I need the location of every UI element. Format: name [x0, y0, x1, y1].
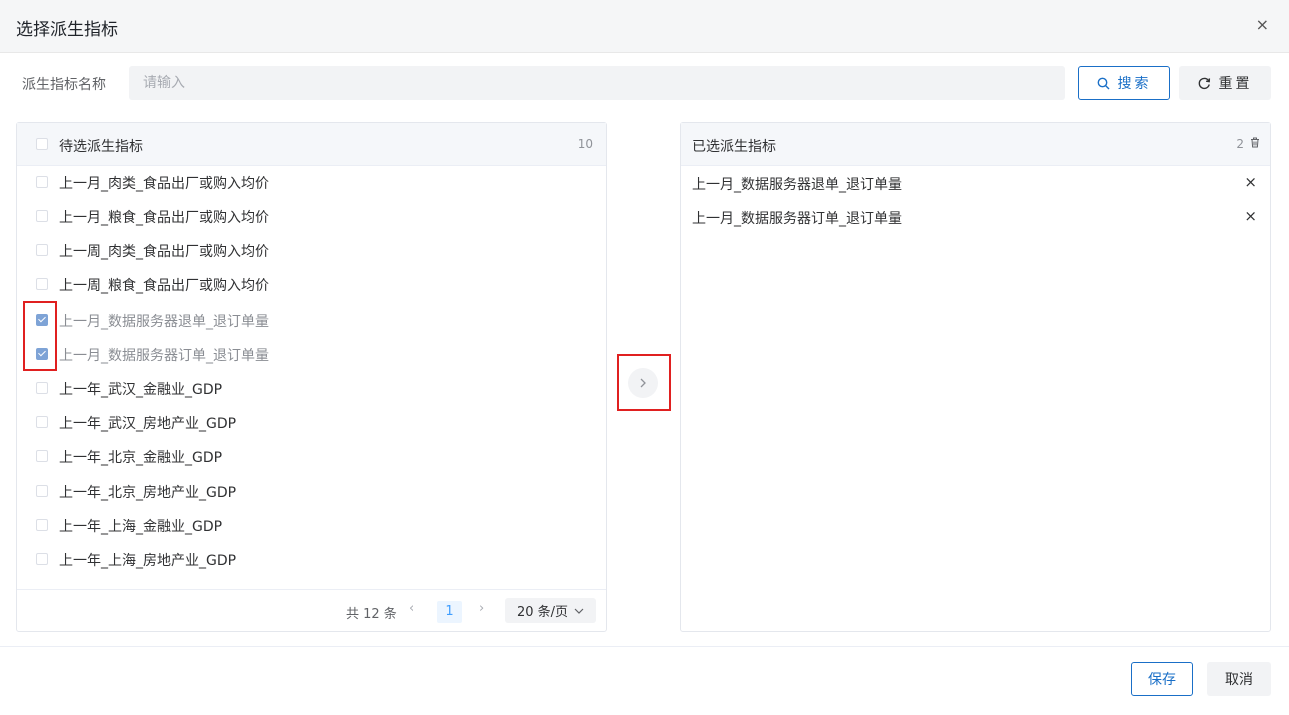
candidate-item[interactable]: 上一周_肉类_食品出厂或购入均价: [17, 233, 606, 267]
cancel-button[interactable]: 取消: [1207, 662, 1271, 696]
item-label: 上一月_数据服务器退单_退订单量: [59, 314, 269, 330]
item-label: 上一年_北京_房地产业_GDP: [59, 485, 237, 501]
search-button[interactable]: 搜索: [1078, 66, 1170, 100]
item-checkbox[interactable]: [36, 382, 48, 394]
candidate-item[interactable]: 上一月_数据服务器退单_退订单量: [17, 303, 606, 337]
item-checkbox[interactable]: [36, 553, 48, 565]
item-checkbox[interactable]: [36, 450, 48, 462]
candidate-count: 10: [577, 137, 593, 151]
trash-icon[interactable]: [1250, 137, 1260, 148]
page-size-value: 20 条/页: [516, 605, 569, 620]
item-checkbox[interactable]: [36, 416, 48, 428]
pagination-total: 共 12 条: [346, 607, 397, 622]
selected-item: 上一月_数据服务器退单_退订单量 ×: [681, 166, 1270, 200]
item-checkbox[interactable]: [36, 244, 48, 256]
refresh-icon: [1198, 77, 1210, 89]
selected-panel-header: 已选派生指标 2: [681, 123, 1270, 166]
footer-divider: [0, 646, 1289, 647]
candidate-panel-title: 待选派生指标: [59, 139, 143, 155]
reset-button[interactable]: 重置: [1179, 66, 1271, 100]
item-checkbox[interactable]: [36, 278, 48, 290]
item-checkbox[interactable]: [36, 176, 48, 188]
item-label: 上一周_粮食_食品出厂或购入均价: [59, 278, 269, 294]
item-checkbox[interactable]: [36, 348, 48, 360]
candidate-panel: 待选派生指标 10 上一月_肉类_食品出厂或购入均价 上一月_粮食_食品出厂或购…: [16, 122, 607, 632]
candidate-item[interactable]: 上一年_上海_房地产业_GDP: [17, 542, 606, 576]
next-page-button[interactable]: ›: [479, 601, 484, 616]
item-label: 上一月_粮食_食品出厂或购入均价: [59, 210, 269, 226]
remove-icon[interactable]: ×: [1244, 207, 1257, 225]
candidate-item[interactable]: 上一年_武汉_金融业_GDP: [17, 371, 606, 405]
search-icon: [1097, 77, 1109, 89]
candidate-item[interactable]: 上一年_武汉_房地产业_GDP: [17, 405, 606, 439]
remove-icon[interactable]: ×: [1244, 173, 1257, 191]
selected-item-label: 上一月_数据服务器订单_退订单量: [692, 211, 902, 227]
item-label: 上一年_北京_金融业_GDP: [59, 450, 223, 466]
page-size-select[interactable]: 20 条/页: [505, 598, 596, 623]
chevron-down-icon: [574, 608, 584, 614]
transfer-right-button[interactable]: [628, 368, 658, 398]
item-label: 上一年_上海_金融业_GDP: [59, 519, 223, 535]
page-number-button[interactable]: 1: [437, 601, 462, 623]
search-button-label: 搜索: [1117, 76, 1152, 92]
item-label: 上一年_上海_房地产业_GDP: [59, 553, 237, 569]
pagination: 共 12 条 ‹ 1 › 20 条/页: [17, 589, 606, 632]
selected-item: 上一月_数据服务器订单_退订单量 ×: [681, 200, 1270, 234]
dialog-header: 选择派生指标 ×: [0, 0, 1289, 53]
item-label: 上一月_数据服务器订单_退订单量: [59, 348, 269, 364]
selected-panel-title: 已选派生指标: [692, 139, 776, 155]
search-input[interactable]: [129, 66, 1065, 100]
chevron-right-icon: [640, 378, 646, 388]
select-all-checkbox[interactable]: [36, 138, 48, 150]
save-button[interactable]: 保存: [1131, 662, 1193, 696]
candidate-item[interactable]: 上一月_粮食_食品出厂或购入均价: [17, 199, 606, 233]
item-label: 上一年_武汉_金融业_GDP: [59, 382, 223, 398]
item-label: 上一月_肉类_食品出厂或购入均价: [59, 176, 269, 192]
search-label: 派生指标名称: [22, 77, 106, 93]
candidate-item[interactable]: 上一年_北京_房地产业_GDP: [17, 474, 606, 508]
item-label: 上一年_武汉_房地产业_GDP: [59, 416, 237, 432]
dialog-title: 选择派生指标: [16, 20, 118, 40]
item-label: 上一周_肉类_食品出厂或购入均价: [59, 244, 269, 260]
selected-item-label: 上一月_数据服务器退单_退订单量: [692, 177, 902, 193]
candidate-item[interactable]: 上一月_肉类_食品出厂或购入均价: [17, 165, 606, 199]
candidate-item[interactable]: 上一周_粮食_食品出厂或购入均价: [17, 267, 606, 301]
select-derived-metric-dialog: 选择派生指标 × 派生指标名称 搜索 重置 待选派生指标 10 上一月_肉类_食…: [0, 0, 1289, 715]
selected-count: 2: [1236, 137, 1244, 151]
item-checkbox[interactable]: [36, 519, 48, 531]
candidate-item[interactable]: 上一月_数据服务器订单_退订单量: [17, 337, 606, 371]
item-checkbox[interactable]: [36, 210, 48, 222]
candidate-item[interactable]: 上一年_北京_金融业_GDP: [17, 439, 606, 473]
candidate-item[interactable]: 上一年_上海_金融业_GDP: [17, 508, 606, 542]
candidate-panel-header: 待选派生指标 10: [17, 123, 606, 166]
prev-page-button[interactable]: ‹: [409, 601, 414, 616]
item-checkbox[interactable]: [36, 314, 48, 326]
item-checkbox[interactable]: [36, 485, 48, 497]
selected-panel: 已选派生指标 2 上一月_数据服务器退单_退订单量 × 上一月_数据服务器订单_…: [680, 122, 1271, 632]
close-icon[interactable]: ×: [1256, 15, 1269, 34]
reset-button-label: 重置: [1218, 76, 1253, 92]
